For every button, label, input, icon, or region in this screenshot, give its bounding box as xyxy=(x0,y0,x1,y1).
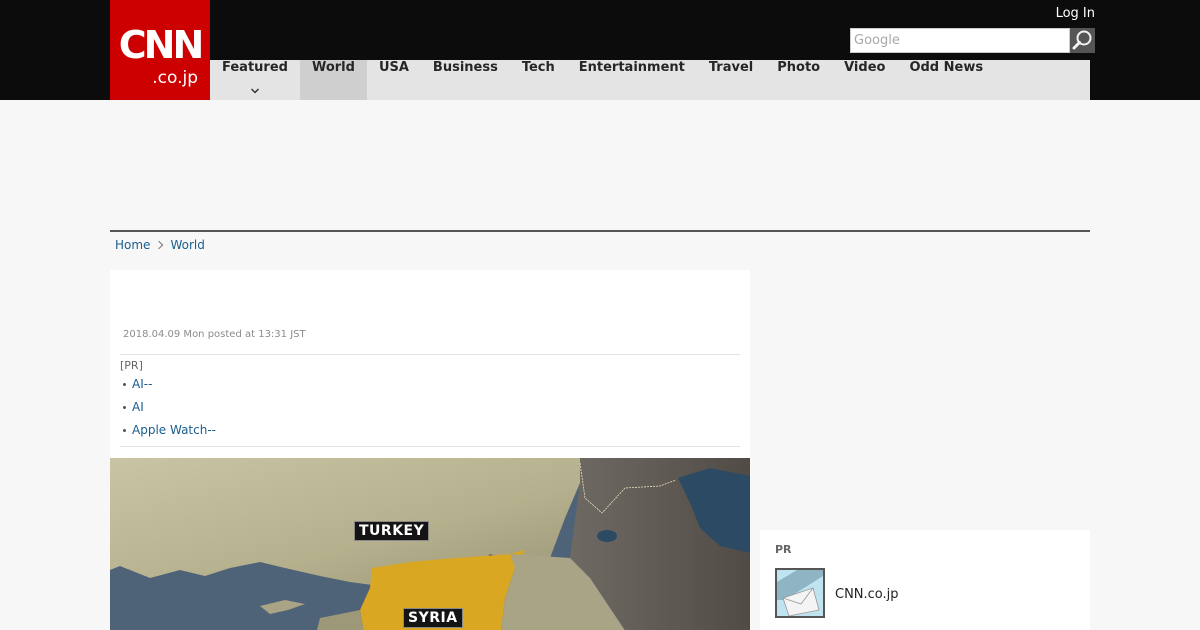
sidebar-pr-link[interactable]: CNN.co.jp xyxy=(835,587,899,602)
logo-text: CNN xyxy=(118,23,205,67)
chevron-down-icon xyxy=(250,88,259,94)
nav-item-usa[interactable]: USA xyxy=(367,60,421,100)
nav-item-video[interactable]: Video xyxy=(832,60,897,100)
search-button[interactable] xyxy=(1070,28,1095,53)
pr-label: [PR] xyxy=(120,359,143,372)
nav-item-label: World xyxy=(311,60,355,75)
pr-link[interactable]: Apple Watch-- xyxy=(132,423,216,437)
nav-item-business[interactable]: Business xyxy=(421,60,510,100)
map-label-syria: SYRIA xyxy=(403,608,463,628)
breadcrumb-world[interactable]: World xyxy=(170,238,204,252)
cnn-logo[interactable]: CNN .co.jp xyxy=(110,0,210,100)
nav-item-travel[interactable]: Travel xyxy=(697,60,765,100)
breadcrumb-home[interactable]: Home xyxy=(115,238,150,252)
list-item: AI-- xyxy=(120,373,740,396)
nav-item-label: Entertainment xyxy=(578,60,685,75)
nav-item-featured[interactable]: Featured xyxy=(210,60,300,100)
pr-link[interactable]: AI xyxy=(132,400,144,414)
post-date: 2018.04.09 Mon posted at 13:31 JST xyxy=(123,329,306,340)
nav-item-tech[interactable]: Tech xyxy=(510,60,567,100)
list-item: AI xyxy=(120,396,740,419)
nav-item-entertainment[interactable]: Entertainment xyxy=(567,60,697,100)
nav-item-label: Featured xyxy=(222,60,288,75)
map-label-turkey: TURKEY xyxy=(354,521,430,541)
breadcrumb: Home World xyxy=(115,238,205,252)
nav-item-label: Video xyxy=(844,60,886,75)
pr-link[interactable]: AI-- xyxy=(132,377,152,391)
sidebar-pr-label: PR xyxy=(775,543,792,556)
nav-item-label: Travel xyxy=(708,60,754,75)
content-divider xyxy=(110,230,1090,232)
nav-item-world[interactable]: World xyxy=(299,60,367,100)
nav-item-odd-news[interactable]: Odd News xyxy=(897,60,995,100)
nav-item-photo[interactable]: Photo xyxy=(765,60,832,100)
login-link[interactable]: Log In xyxy=(1056,6,1095,21)
article-map-image: TURKEY SYRIA xyxy=(110,458,750,630)
nav-item-label: Tech xyxy=(521,60,555,75)
map-graphic xyxy=(110,458,750,630)
search-icon xyxy=(1072,30,1092,50)
nav-item-label: Odd News xyxy=(909,60,984,75)
main-nav: Featured World USA Business Tech Enterta… xyxy=(210,60,1090,100)
search-input[interactable] xyxy=(850,28,1070,53)
chevron-right-icon xyxy=(155,240,164,250)
logo-subtext: .co.jp xyxy=(152,68,198,88)
article-card: 2018.04.09 Mon posted at 13:31 JST [PR] … xyxy=(110,270,750,630)
nav-item-label: USA xyxy=(378,60,409,75)
nav-item-label: Business xyxy=(432,60,498,75)
envelope-icon xyxy=(777,570,823,616)
sidebar-pr-box: PR CNN.co.jp xyxy=(760,530,1090,630)
list-item: Apple Watch-- xyxy=(120,419,740,442)
nav-item-label: Photo xyxy=(777,60,821,75)
sidebar-pr-thumbnail[interactable] xyxy=(775,568,825,618)
pr-links-block: [PR] AI-- AI Apple Watch-- xyxy=(120,354,740,447)
